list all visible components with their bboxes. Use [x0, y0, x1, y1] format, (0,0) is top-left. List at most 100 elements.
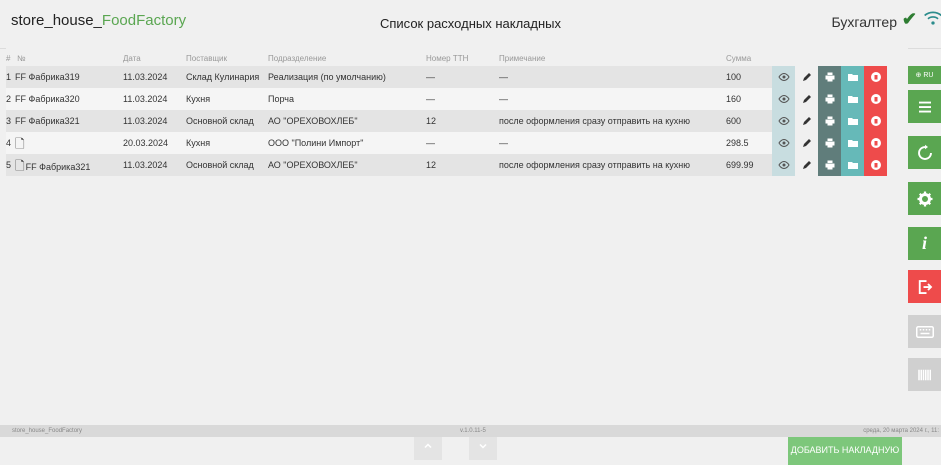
- folder-icon: [847, 71, 859, 83]
- row-actions: [772, 132, 890, 154]
- folder-button[interactable]: [841, 88, 864, 110]
- view-button[interactable]: [772, 154, 795, 176]
- print-button[interactable]: [818, 154, 841, 176]
- row-actions: [772, 110, 890, 132]
- barcode-icon: [917, 369, 931, 380]
- col-ttn: Номер ТТН: [426, 54, 469, 63]
- edit-button[interactable]: [795, 154, 818, 176]
- trash-icon: [870, 159, 882, 171]
- add-invoice-button[interactable]: ДОБАВИТЬ НАКЛАДНУЮ: [788, 435, 902, 465]
- trash-icon: [870, 137, 882, 149]
- edit-button[interactable]: [795, 132, 818, 154]
- row-background: [6, 132, 772, 154]
- cell-ttn: —: [426, 72, 435, 82]
- eye-icon: [777, 115, 790, 127]
- folder-icon: [847, 115, 859, 127]
- edit-button[interactable]: [795, 66, 818, 88]
- cell-note: после оформления сразу отправить на кухн…: [499, 160, 690, 170]
- cell-date: 11.03.2024: [123, 72, 168, 82]
- delete-button[interactable]: [864, 132, 887, 154]
- cell-supplier: Кухня: [186, 138, 211, 148]
- view-button[interactable]: [772, 132, 795, 154]
- user-role[interactable]: Бухгалтер: [832, 14, 897, 30]
- cell-supplier: Основной склад: [186, 116, 254, 126]
- sync-button[interactable]: [908, 136, 941, 169]
- cell-num-text: FF Фабрика321: [25, 162, 91, 172]
- folder-button[interactable]: [841, 66, 864, 88]
- print-button[interactable]: [818, 132, 841, 154]
- row-background: [6, 88, 772, 110]
- view-button[interactable]: [772, 88, 795, 110]
- info-button[interactable]: i: [908, 227, 941, 260]
- print-button[interactable]: [818, 88, 841, 110]
- keyboard-icon: [915, 325, 934, 338]
- menu-icon: [918, 101, 931, 112]
- cell-idx: 2: [6, 94, 12, 104]
- pencil-icon: [801, 71, 813, 83]
- cell-num: FF Фабрика320: [15, 94, 80, 104]
- print-button[interactable]: [818, 66, 841, 88]
- footer-date: среда, 20 марта 2024 г., 11:: [863, 428, 939, 434]
- eye-icon: [777, 137, 790, 149]
- folder-button[interactable]: [841, 154, 864, 176]
- trash-icon: [870, 93, 882, 105]
- cell-supplier: Склад Кулинария: [186, 72, 260, 82]
- cell-num: FF Фабрика321: [15, 116, 80, 126]
- cell-num: 🗋FF Фабрика321: [15, 157, 90, 178]
- eye-icon: [777, 159, 790, 171]
- delete-button[interactable]: [864, 66, 887, 88]
- cell-note: —: [499, 138, 508, 148]
- delete-button[interactable]: [864, 88, 887, 110]
- chevron-up-icon: [424, 443, 432, 449]
- table-row[interactable]: 4 🗋 20.03.2024 Кухня ООО "Полини Импорт" — — 29…: [6, 132, 908, 154]
- printer-icon: [824, 159, 836, 171]
- cell-ttn: —: [426, 94, 435, 104]
- printer-icon: [824, 93, 836, 105]
- cell-idx: 3: [6, 116, 12, 126]
- cell-ttn: —: [426, 138, 435, 148]
- row-background: [6, 66, 772, 88]
- pencil-icon: [801, 159, 813, 171]
- cell-note: —: [499, 94, 508, 104]
- row-actions: [772, 88, 890, 110]
- view-button[interactable]: [772, 110, 795, 132]
- col-sum: Сумма: [726, 54, 752, 63]
- barcode-button[interactable]: [908, 358, 941, 391]
- folder-button[interactable]: [841, 110, 864, 132]
- keyboard-button[interactable]: [908, 315, 941, 348]
- gear-icon: [917, 191, 932, 206]
- cell-num: 🗋: [15, 135, 26, 156]
- table-row[interactable]: 3 FF Фабрика321 11.03.2024 Основной склад АО…: [6, 110, 908, 132]
- cell-dept: АО "ОРЕХОВОХЛЕБ": [268, 116, 358, 126]
- info-icon: i: [921, 233, 927, 253]
- col-note: Примечание: [499, 54, 546, 63]
- folder-icon: [847, 93, 859, 105]
- delete-button[interactable]: [864, 110, 887, 132]
- table-row[interactable]: 1 FF Фабрика319 11.03.2024 Склад Кулинария Р…: [6, 66, 908, 88]
- edit-button[interactable]: [795, 88, 818, 110]
- table-row[interactable]: 2 FF Фабрика320 11.03.2024 Кухня Порча — — 160: [6, 88, 908, 110]
- view-button[interactable]: [772, 66, 795, 88]
- row-actions: [772, 66, 890, 88]
- settings-button[interactable]: [908, 182, 941, 215]
- app-window: store_house_FoodFactory Список расходных…: [0, 0, 941, 465]
- footer-app: store_house_FoodFactory: [12, 428, 83, 434]
- logout-button[interactable]: [908, 270, 941, 303]
- printer-icon: [824, 137, 836, 149]
- language-button[interactable]: ⊕ RU: [908, 66, 941, 84]
- edit-button[interactable]: [795, 110, 818, 132]
- cell-supplier: Кухня: [186, 94, 211, 104]
- cell-date: 20.03.2024: [123, 138, 169, 148]
- table-body: 1 FF Фабрика319 11.03.2024 Склад Кулинария Р…: [6, 66, 908, 176]
- cell-note: после оформления сразу отправить на кухн…: [499, 116, 690, 126]
- trash-icon: [870, 115, 882, 127]
- logout-icon: [918, 279, 932, 294]
- print-button[interactable]: [818, 110, 841, 132]
- cell-idx: 1: [6, 72, 12, 82]
- folder-icon: [847, 159, 859, 171]
- page-title: Список расходных накладных: [379, 16, 561, 31]
- table-row[interactable]: 5 🗋FF Фабрика321 11.03.2024 Основной склад А…: [6, 154, 908, 176]
- delete-button[interactable]: [864, 154, 887, 176]
- folder-button[interactable]: [841, 132, 864, 154]
- menu-button[interactable]: [908, 90, 941, 123]
